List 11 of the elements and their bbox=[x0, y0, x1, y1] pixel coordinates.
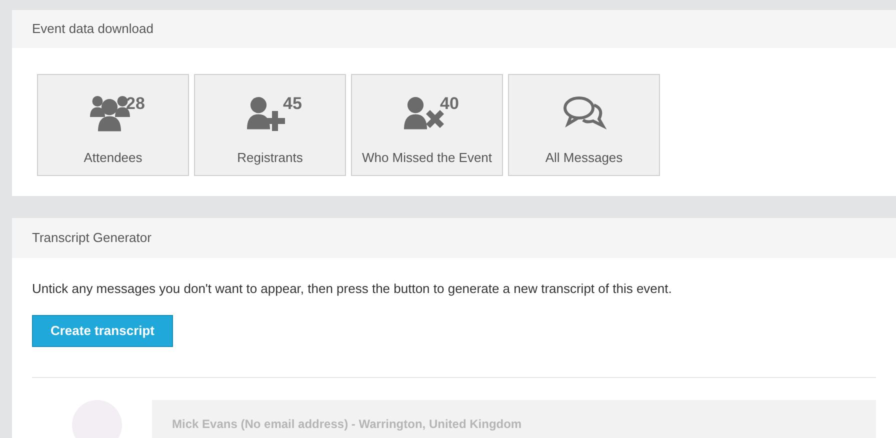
panel-title: Transcript Generator bbox=[32, 229, 152, 248]
count-label: 45 bbox=[283, 95, 302, 112]
panel-title: Event data download bbox=[32, 20, 154, 38]
download-tile[interactable]: All Messages bbox=[508, 74, 660, 176]
download-tile[interactable]: 28 Attendees bbox=[37, 74, 189, 176]
count-label: 40 bbox=[440, 95, 459, 112]
download-tile[interactable]: 45 Registrants bbox=[194, 74, 346, 176]
download-tile[interactable]: 40 Who Missed the Event bbox=[351, 74, 503, 176]
instructions-text: Untick any messages you don't want to appear, then press the button to generate a new transcript of this event. bbox=[32, 280, 673, 298]
count-label: 28 bbox=[126, 95, 145, 112]
message-author: Mick Evans (No email address) - Warrington, United Kingdom bbox=[172, 416, 522, 430]
